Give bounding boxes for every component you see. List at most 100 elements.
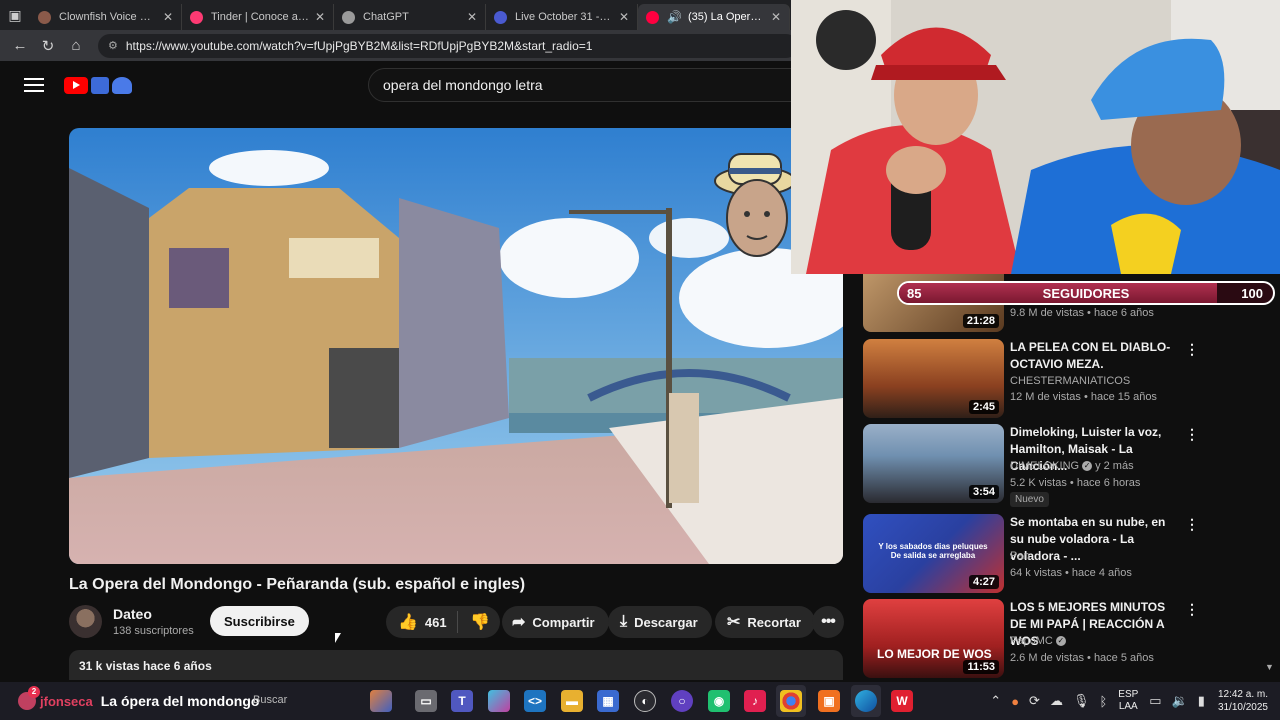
- menu-icon[interactable]: [24, 78, 44, 92]
- volume-icon[interactable]: 🔉: [1172, 693, 1188, 709]
- tray-bluetooth-icon[interactable]: ᛒ: [1099, 694, 1107, 709]
- tray-app-icon[interactable]: ●: [1011, 694, 1019, 709]
- description-box[interactable]: 31 k vistas hace 6 años: [69, 650, 843, 680]
- tab-title: Live October 31 - Rest: [515, 11, 613, 23]
- site-info-icon[interactable]: ⚙: [108, 39, 118, 52]
- recommendation-meta: 12 M de vistas • hace 15 años: [1010, 391, 1157, 403]
- recommendation-thumbnail[interactable]: LO MEJOR DE WOS 11:53: [863, 599, 1004, 678]
- speaker-icon[interactable]: 🔊: [667, 10, 682, 24]
- recommendation-item[interactable]: LO MEJOR DE WOS 11:53 LOS 5 MEJORES MINU…: [863, 599, 1263, 679]
- url-field[interactable]: ⚙ https://www.youtube.com/watch?v=fUpjPg…: [98, 33, 798, 58]
- recommendation-channel[interactable]: DIMELOKING ✓ y 2 más: [1010, 460, 1134, 472]
- tray-cloud-icon[interactable]: ☁: [1050, 693, 1063, 709]
- kebab-menu-icon[interactable]: ⋮: [1185, 516, 1199, 533]
- wps-icon[interactable]: W: [891, 690, 913, 712]
- teams-icon[interactable]: T: [451, 690, 473, 712]
- tab-chatgpt[interactable]: ChatGPT ✕: [334, 4, 486, 30]
- tab-tinder[interactable]: Tinder | Conoce amigo ✕: [182, 4, 334, 30]
- tab-clownfish[interactable]: Clownfish Voice Chang ✕: [30, 4, 182, 30]
- tray-mic-icon[interactable]: 🎙: [1073, 693, 1090, 709]
- close-tab-icon[interactable]: ✕: [771, 10, 781, 24]
- recommendation-item[interactable]: Y los sabados dias peluques De salida se…: [863, 514, 1263, 594]
- like-button[interactable]: 👍 461: [386, 611, 458, 633]
- system-tray: ⌃ ● ⟳ ☁ 🎙 ᛒ ESP LAA ▭ 🔉 ▮ 12:42 a. m. 31…: [985, 682, 1280, 720]
- app-orange-icon[interactable]: ▣: [818, 690, 840, 712]
- clownfish-favicon-icon: [38, 10, 51, 24]
- workspace-icon[interactable]: ▣: [0, 0, 30, 30]
- mouse-cursor-icon: [335, 633, 341, 643]
- channel-name: PapoMC: [1010, 635, 1053, 647]
- now-playing-title: La ópera del mondongo: [100, 693, 260, 709]
- file-explorer-icon[interactable]: ▬: [561, 690, 583, 712]
- kebab-menu-icon[interactable]: ⋮: [1185, 601, 1199, 618]
- reload-icon[interactable]: ↻: [34, 32, 62, 60]
- subscribe-button[interactable]: Suscribirse: [210, 606, 309, 636]
- scroll-down-arrow-icon[interactable]: ▼: [1265, 662, 1274, 672]
- recommendation-thumbnail[interactable]: Y los sabados dias peluques De salida se…: [863, 514, 1004, 593]
- app-ring-icon[interactable]: ○: [671, 690, 693, 712]
- network-icon[interactable]: ▭: [1149, 693, 1161, 709]
- system-clock[interactable]: 12:42 a. m. 31/10/2025: [1218, 688, 1268, 714]
- video-duration: 21:28: [962, 314, 999, 328]
- vscode-icon[interactable]: <>: [524, 690, 546, 712]
- tab-title: Clownfish Voice Chang: [59, 11, 157, 23]
- youtube-logo[interactable]: [64, 76, 132, 94]
- tab-live[interactable]: Live October 31 - Rest ✕: [486, 4, 638, 30]
- task-view-icon[interactable]: ▭: [415, 690, 437, 712]
- chrome-icon[interactable]: [780, 690, 802, 712]
- close-tab-icon[interactable]: ✕: [467, 10, 477, 24]
- recommendation-title[interactable]: LA PELEA CON EL DIABLO- OCTAVIO MEZA.: [1010, 339, 1182, 373]
- download-button[interactable]: ⤓ Descargar: [608, 606, 712, 638]
- video-duration: 11:53: [963, 660, 999, 674]
- close-tab-icon[interactable]: ✕: [163, 10, 173, 24]
- more-actions-button[interactable]: •••: [812, 606, 844, 638]
- obs-icon[interactable]: ◐: [634, 690, 656, 712]
- edge-icon[interactable]: [855, 690, 877, 712]
- share-button[interactable]: ➦ Compartir: [502, 606, 609, 638]
- clip-button[interactable]: ✂ Recortar: [715, 606, 815, 638]
- like-count: 461: [424, 614, 447, 630]
- close-tab-icon[interactable]: ✕: [619, 10, 629, 24]
- channel-avatar[interactable]: [69, 605, 102, 638]
- youtube-play-logo-icon: [64, 76, 88, 94]
- recommendation-channel[interactable]: PapoMC ✓: [1010, 635, 1069, 647]
- search-input[interactable]: opera del mondongo letra: [368, 68, 798, 102]
- widget-icon[interactable]: [370, 690, 392, 712]
- tray-overflow-chevron-icon[interactable]: ⌃: [990, 693, 1001, 709]
- lang-secondary: LAA: [1118, 701, 1138, 712]
- back-arrow-icon[interactable]: ←: [6, 32, 34, 60]
- tab-youtube-active[interactable]: 🔊 (35) La Opera del ✕: [638, 4, 790, 30]
- discord-icon[interactable]: ◉: [708, 690, 730, 712]
- copilot-icon[interactable]: [488, 690, 510, 712]
- recommendation-title[interactable]: Se montaba en su nube, en su nube volado…: [1010, 514, 1182, 565]
- dislike-button[interactable]: 👎: [458, 612, 490, 632]
- chatgpt-favicon-icon: [342, 10, 355, 24]
- tray-sync-icon[interactable]: ⟳: [1029, 693, 1040, 709]
- taskbar-search[interactable]: Buscar: [253, 694, 287, 706]
- screen: ▣ Clownfish Voice Chang ✕ Tinder | Conoc…: [0, 0, 1280, 720]
- battery-icon[interactable]: ▮: [1198, 693, 1205, 709]
- youtube-favicon-icon: [646, 10, 659, 24]
- recommendation-item[interactable]: 2:45 LA PELEA CON EL DIABLO- OCTAVIO MEZ…: [863, 339, 1263, 419]
- download-icon: ⤓: [620, 613, 628, 630]
- home-icon[interactable]: ⌂: [62, 32, 90, 60]
- close-tab-icon[interactable]: ✕: [315, 10, 325, 24]
- recommendation-channel[interactable]: Pan: [1010, 550, 1030, 562]
- recommendation-thumbnail[interactable]: 2:45: [863, 339, 1004, 418]
- channel-name[interactable]: Dateo: [113, 606, 152, 622]
- kebab-menu-icon[interactable]: ⋮: [1185, 426, 1199, 443]
- channel-suffix: y 2 más: [1095, 460, 1134, 472]
- recommendation-item[interactable]: 3:54 Dimeloking, Luister la voz, Hamilto…: [863, 424, 1263, 507]
- goal-target: 100: [1241, 286, 1263, 301]
- recommendation-thumbnail[interactable]: 3:54: [863, 424, 1004, 503]
- subscriber-count: 138 suscriptores: [113, 625, 194, 637]
- store-icon[interactable]: ▦: [597, 690, 619, 712]
- language-indicator[interactable]: ESP LAA: [1118, 689, 1138, 713]
- tiktok-icon[interactable]: ♪: [744, 690, 766, 712]
- doodle-hand-icon: [112, 76, 132, 94]
- url-text: https://www.youtube.com/watch?v=fUpjPgBY…: [125, 38, 593, 53]
- kebab-menu-icon[interactable]: ⋮: [1185, 341, 1199, 358]
- recommendation-channel[interactable]: CHESTERMANIATICOS: [1010, 375, 1130, 387]
- video-title: La Opera del Mondongo - Peñaranda (sub. …: [69, 576, 526, 593]
- download-label: Descargar: [634, 614, 698, 630]
